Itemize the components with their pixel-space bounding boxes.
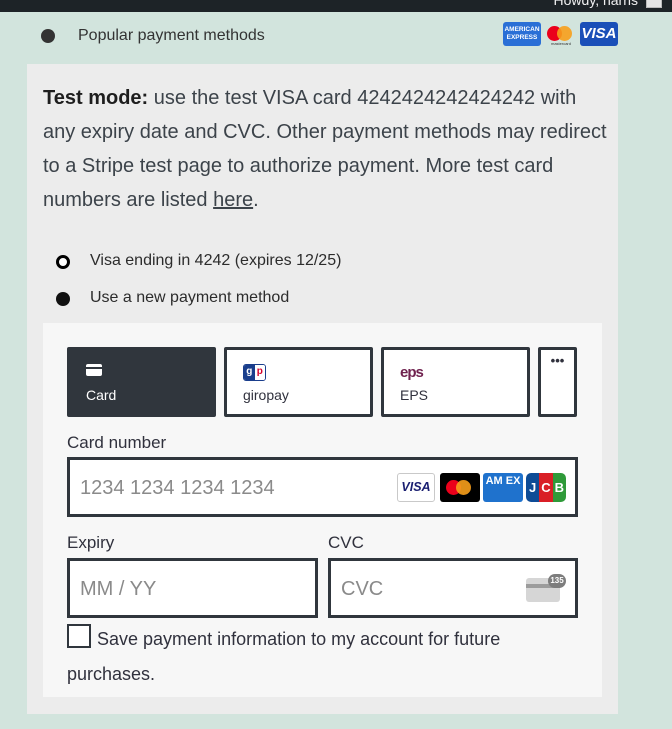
mastercard-icon-text: mastercard — [550, 41, 571, 46]
tab-eps-label: EPS — [400, 387, 429, 403]
jcb-icon: JCB — [526, 473, 566, 502]
card-icon — [86, 364, 102, 376]
expiry-field[interactable] — [67, 558, 318, 618]
save-payment-option[interactable]: Save payment information to my account f… — [67, 622, 587, 692]
tab-card-label: Card — [86, 387, 117, 403]
payment-panel: Test mode: use the test VISA card 424242… — [27, 64, 618, 714]
payment-method-option[interactable]: Popular payment methods AMERICAN EXPRESS… — [27, 17, 618, 57]
cvc-field[interactable]: 135 — [328, 558, 578, 618]
card-number-label: Card number — [67, 433, 167, 452]
visa-icon: VISA — [397, 473, 435, 502]
cvc-input[interactable] — [341, 576, 488, 602]
saved-card-option[interactable]: Visa ending in 4242 (expires 12/25) — [43, 247, 563, 277]
tab-giropay-label: giropay — [243, 387, 289, 403]
tab-card[interactable]: Card — [67, 347, 216, 417]
admin-bar: Howdy, harris — [0, 0, 672, 12]
cvc-card-icon: 135 — [526, 574, 566, 602]
tab-eps[interactable]: eps EPS — [381, 347, 530, 417]
card-number-input[interactable] — [80, 475, 383, 501]
new-payment-method-option[interactable]: Use a new payment method — [43, 284, 563, 314]
card-number-field[interactable]: VISA AM EX JCB — [67, 457, 578, 517]
payment-method-radio[interactable] — [41, 29, 55, 43]
admin-greeting[interactable]: Howdy, harris — [553, 0, 638, 8]
stripe-payment-form: Card gp giropay eps EPS ••• Card number … — [43, 323, 602, 697]
cvc-label: CVC — [328, 533, 364, 552]
test-mode-notice: Test mode: use the test VISA card 424242… — [43, 81, 608, 217]
expiry-label: Expiry — [67, 533, 115, 552]
amex-icon: AM EX — [483, 473, 523, 502]
test-cards-link[interactable]: here — [213, 189, 253, 211]
giropay-icon: gp — [243, 364, 266, 381]
saved-card-radio[interactable] — [56, 255, 70, 269]
new-payment-method-label: Use a new payment method — [90, 289, 290, 306]
mastercard-icon — [440, 473, 480, 502]
save-payment-label: Save payment information to my account f… — [67, 629, 501, 684]
tab-giropay[interactable]: gp giropay — [224, 347, 373, 417]
visa-icon: VISA — [580, 22, 618, 46]
mastercard-icon: mastercard — [545, 22, 577, 46]
amex-icon: AMERICAN EXPRESS — [503, 22, 541, 46]
eps-icon: eps — [400, 364, 424, 381]
test-mode-heading: Test mode: — [43, 87, 149, 109]
save-payment-checkbox[interactable] — [67, 624, 91, 648]
payment-method-label: Popular payment methods — [78, 27, 265, 44]
avatar[interactable] — [646, 0, 662, 8]
more-icon: ••• — [550, 353, 565, 368]
new-payment-method-radio[interactable] — [56, 292, 70, 306]
test-mode-trailing: . — [253, 189, 259, 211]
saved-card-label: Visa ending in 4242 (expires 12/25) — [90, 252, 342, 269]
tab-more[interactable]: ••• — [538, 347, 577, 417]
expiry-input[interactable] — [80, 576, 227, 602]
